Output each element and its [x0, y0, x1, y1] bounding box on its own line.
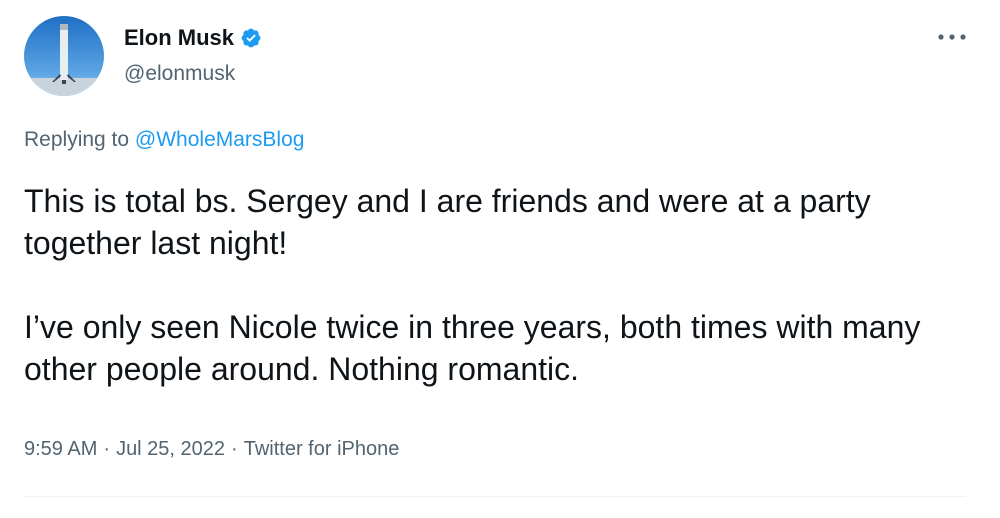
tweet-date[interactable]: Jul 25, 2022 [116, 438, 225, 460]
tweet-paragraph: I’ve only seen Nicole twice in three yea… [24, 309, 921, 387]
author-avatar[interactable] [24, 16, 104, 96]
meta-separator: · [103, 438, 111, 460]
tweet-text: This is total bs. Sergey and I are frien… [24, 180, 964, 390]
meta-separator: · [231, 438, 238, 460]
tweet-source[interactable]: Twitter for iPhone [244, 438, 400, 460]
tweet-card: Elon Musk @elonmusk Replying to @WholeMa… [0, 0, 1000, 518]
verified-badge-icon [240, 27, 262, 49]
tweet-time[interactable]: 9:59 AM [24, 438, 97, 460]
reply-mention-link[interactable]: @WholeMarsBlog [135, 128, 305, 151]
more-dots-icon [938, 34, 966, 40]
tweet-meta: 9:59 AM · Jul 25, 2022 · Twitter for iPhone [24, 438, 399, 461]
author-handle[interactable]: @elonmusk [124, 62, 235, 86]
rocket-avatar-icon [24, 16, 104, 96]
replying-to-line: Replying to @WholeMarsBlog [24, 128, 304, 152]
author-name-row: Elon Musk [124, 25, 262, 51]
replying-prefix: Replying to [24, 128, 135, 151]
more-options-button[interactable] [932, 26, 972, 48]
divider [24, 496, 966, 497]
tweet-paragraph: This is total bs. Sergey and I are frien… [24, 183, 871, 261]
author-name[interactable]: Elon Musk [124, 25, 234, 51]
